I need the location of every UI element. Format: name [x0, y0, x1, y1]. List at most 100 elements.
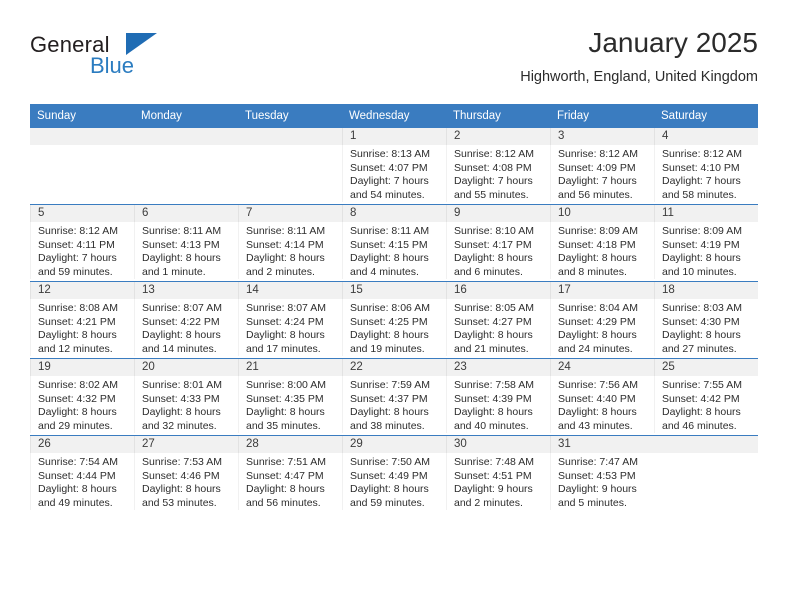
calendar-day-cell[interactable]: 30 Sunrise: 7:48 AM Sunset: 4:51 PM Dayligh…	[446, 435, 550, 512]
day-sunset-text: Sunset: 4:53 PM	[558, 469, 636, 482]
brand-logo[interactable]: General Blue	[30, 32, 210, 92]
day-details: Sunrise: 7:58 AM Sunset: 4:39 PM Daylight:…	[446, 376, 550, 434]
day-daylight2-text: and 54 minutes.	[350, 188, 425, 201]
day-details: Sunrise: 7:59 AM Sunset: 4:37 PM Daylight:…	[342, 376, 446, 434]
day-sunset-text: Sunset: 4:17 PM	[454, 238, 532, 251]
calendar-day-cell[interactable]: 19 Sunrise: 8:02 AM Sunset: 4:32 PM Dayligh…	[30, 358, 134, 436]
day-details: Sunrise: 8:04 AM Sunset: 4:29 PM Daylight:…	[550, 299, 654, 357]
day-sunrise-text: Sunrise: 7:59 AM	[350, 379, 430, 391]
calendar-week-row: 26 Sunrise: 7:54 AM Sunset: 4:44 PM Dayligh…	[30, 435, 758, 512]
calendar-day-cell[interactable]: 31 Sunrise: 7:47 AM Sunset: 4:53 PM Dayligh…	[550, 435, 654, 512]
blue-triangle-icon	[126, 33, 157, 55]
day-number: 29	[342, 436, 446, 453]
calendar-day-cell[interactable]: 3 Sunrise: 8:12 AM Sunset: 4:09 PM Daylight…	[550, 127, 654, 205]
calendar-day-cell[interactable]: 5 Sunrise: 8:12 AM Sunset: 4:11 PM Daylight…	[30, 204, 134, 282]
day-details: Sunrise: 8:11 AM Sunset: 4:14 PM Daylight:…	[238, 222, 342, 280]
day-daylight1-text: Daylight: 8 hours	[38, 483, 117, 496]
calendar-day-cell[interactable]: 1 Sunrise: 8:13 AM Sunset: 4:07 PM Daylight…	[342, 127, 446, 205]
day-daylight2-text: and 17 minutes.	[246, 342, 321, 355]
calendar-day-cell[interactable]: 6 Sunrise: 8:11 AM Sunset: 4:13 PM Daylight…	[134, 204, 238, 282]
day-sunrise-text: Sunrise: 8:12 AM	[38, 225, 118, 237]
day-number-band	[238, 128, 342, 145]
day-sunset-text: Sunset: 4:10 PM	[662, 161, 740, 174]
day-number-band	[134, 128, 238, 145]
calendar-day-cell[interactable]: 10 Sunrise: 8:09 AM Sunset: 4:18 PM Dayligh…	[550, 204, 654, 282]
day-number: 7	[238, 205, 342, 222]
day-details: Sunrise: 7:48 AM Sunset: 4:51 PM Daylight:…	[446, 453, 550, 511]
calendar-day-cell[interactable]: 15 Sunrise: 8:06 AM Sunset: 4:25 PM Dayligh…	[342, 281, 446, 359]
calendar-day-cell[interactable]: 2 Sunrise: 8:12 AM Sunset: 4:08 PM Daylight…	[446, 127, 550, 205]
day-sunrise-text: Sunrise: 8:09 AM	[662, 225, 742, 237]
day-details: Sunrise: 8:11 AM Sunset: 4:15 PM Daylight:…	[342, 222, 446, 280]
day-daylight2-text: and 24 minutes.	[558, 342, 633, 355]
day-details: Sunrise: 8:00 AM Sunset: 4:35 PM Daylight:…	[238, 376, 342, 434]
day-details: Sunrise: 8:07 AM Sunset: 4:22 PM Daylight:…	[134, 299, 238, 357]
calendar-week-row: 19 Sunrise: 8:02 AM Sunset: 4:32 PM Dayligh…	[30, 358, 758, 436]
day-daylight1-text: Daylight: 8 hours	[662, 329, 741, 342]
day-details: Sunrise: 8:11 AM Sunset: 4:13 PM Daylight:…	[134, 222, 238, 280]
day-sunset-text: Sunset: 4:08 PM	[454, 161, 532, 174]
calendar-day-cell[interactable]: 16 Sunrise: 8:05 AM Sunset: 4:27 PM Dayligh…	[446, 281, 550, 359]
calendar-day-cell[interactable]: 14 Sunrise: 8:07 AM Sunset: 4:24 PM Dayligh…	[238, 281, 342, 359]
weekday-header-cell-saturday: Saturday	[654, 104, 758, 128]
day-sunrise-text: Sunrise: 8:07 AM	[246, 302, 326, 314]
day-details: Sunrise: 8:01 AM Sunset: 4:33 PM Daylight:…	[134, 376, 238, 434]
calendar-day-cell[interactable]: 18 Sunrise: 8:03 AM Sunset: 4:30 PM Dayligh…	[654, 281, 758, 359]
calendar-day-cell[interactable]: 27 Sunrise: 7:53 AM Sunset: 4:46 PM Dayligh…	[134, 435, 238, 512]
calendar-day-cell[interactable]: 9 Sunrise: 8:10 AM Sunset: 4:17 PM Daylight…	[446, 204, 550, 282]
calendar-day-cell[interactable]: 22 Sunrise: 7:59 AM Sunset: 4:37 PM Dayligh…	[342, 358, 446, 436]
calendar-day-cell[interactable]: 23 Sunrise: 7:58 AM Sunset: 4:39 PM Dayligh…	[446, 358, 550, 436]
day-sunrise-text: Sunrise: 7:58 AM	[454, 379, 534, 391]
calendar-day-cell[interactable]: 26 Sunrise: 7:54 AM Sunset: 4:44 PM Dayligh…	[30, 435, 134, 512]
calendar-body: 1 Sunrise: 8:13 AM Sunset: 4:07 PM Daylight…	[30, 127, 758, 512]
day-number: 23	[446, 359, 550, 376]
calendar-day-cell[interactable]: 11 Sunrise: 8:09 AM Sunset: 4:19 PM Dayligh…	[654, 204, 758, 282]
calendar-day-cell[interactable]: 29 Sunrise: 7:50 AM Sunset: 4:49 PM Dayligh…	[342, 435, 446, 512]
day-sunrise-text: Sunrise: 8:05 AM	[454, 302, 534, 314]
day-daylight2-text: and 59 minutes.	[38, 265, 113, 278]
day-number: 10	[550, 205, 654, 222]
calendar-day-cell[interactable]: 8 Sunrise: 8:11 AM Sunset: 4:15 PM Daylight…	[342, 204, 446, 282]
day-daylight2-text: and 53 minutes.	[142, 496, 217, 509]
day-daylight2-text: and 2 minutes.	[454, 496, 523, 509]
day-sunset-text: Sunset: 4:21 PM	[38, 315, 116, 328]
day-sunrise-text: Sunrise: 8:11 AM	[246, 225, 326, 237]
day-daylight1-text: Daylight: 8 hours	[558, 406, 637, 419]
day-sunset-text: Sunset: 4:18 PM	[558, 238, 636, 251]
calendar-day-cell[interactable]: 17 Sunrise: 8:04 AM Sunset: 4:29 PM Dayligh…	[550, 281, 654, 359]
calendar-day-cell[interactable]: 20 Sunrise: 8:01 AM Sunset: 4:33 PM Dayligh…	[134, 358, 238, 436]
day-sunset-text: Sunset: 4:14 PM	[246, 238, 324, 251]
day-daylight2-text: and 12 minutes.	[38, 342, 113, 355]
day-daylight2-text: and 40 minutes.	[454, 419, 529, 432]
day-daylight1-text: Daylight: 8 hours	[350, 406, 429, 419]
day-sunrise-text: Sunrise: 8:06 AM	[350, 302, 430, 314]
day-number: 6	[134, 205, 238, 222]
day-sunrise-text: Sunrise: 7:54 AM	[38, 456, 118, 468]
day-details: Sunrise: 7:50 AM Sunset: 4:49 PM Daylight:…	[342, 453, 446, 511]
calendar-day-cell[interactable]: 12 Sunrise: 8:08 AM Sunset: 4:21 PM Dayligh…	[30, 281, 134, 359]
calendar-day-cell[interactable]: 13 Sunrise: 8:07 AM Sunset: 4:22 PM Dayligh…	[134, 281, 238, 359]
calendar-day-cell-empty	[134, 127, 238, 205]
day-details: Sunrise: 8:05 AM Sunset: 4:27 PM Daylight:…	[446, 299, 550, 357]
calendar-day-cell[interactable]: 7 Sunrise: 8:11 AM Sunset: 4:14 PM Daylight…	[238, 204, 342, 282]
day-sunrise-text: Sunrise: 7:48 AM	[454, 456, 534, 468]
day-sunset-text: Sunset: 4:15 PM	[350, 238, 428, 251]
day-sunrise-text: Sunrise: 8:04 AM	[558, 302, 638, 314]
day-daylight1-text: Daylight: 8 hours	[558, 252, 637, 265]
page-title: January 2025	[588, 27, 758, 58]
calendar-day-cell[interactable]: 4 Sunrise: 8:12 AM Sunset: 4:10 PM Daylight…	[654, 127, 758, 205]
day-daylight1-text: Daylight: 8 hours	[246, 329, 325, 342]
day-daylight1-text: Daylight: 8 hours	[142, 329, 221, 342]
calendar-day-cell[interactable]: 25 Sunrise: 7:55 AM Sunset: 4:42 PM Dayligh…	[654, 358, 758, 436]
day-daylight2-text: and 58 minutes.	[662, 188, 737, 201]
day-sunrise-text: Sunrise: 8:12 AM	[454, 148, 534, 160]
calendar-day-cell[interactable]: 21 Sunrise: 8:00 AM Sunset: 4:35 PM Dayligh…	[238, 358, 342, 436]
day-daylight1-text: Daylight: 8 hours	[350, 483, 429, 496]
day-daylight2-text: and 38 minutes.	[350, 419, 425, 432]
day-number: 4	[654, 128, 758, 145]
page-subtitle: Highworth, England, United Kingdom	[520, 69, 758, 85]
calendar-day-cell[interactable]: 24 Sunrise: 7:56 AM Sunset: 4:40 PM Dayligh…	[550, 358, 654, 436]
day-sunset-text: Sunset: 4:22 PM	[142, 315, 220, 328]
day-sunset-text: Sunset: 4:13 PM	[142, 238, 220, 251]
calendar-day-cell[interactable]: 28 Sunrise: 7:51 AM Sunset: 4:47 PM Dayligh…	[238, 435, 342, 512]
